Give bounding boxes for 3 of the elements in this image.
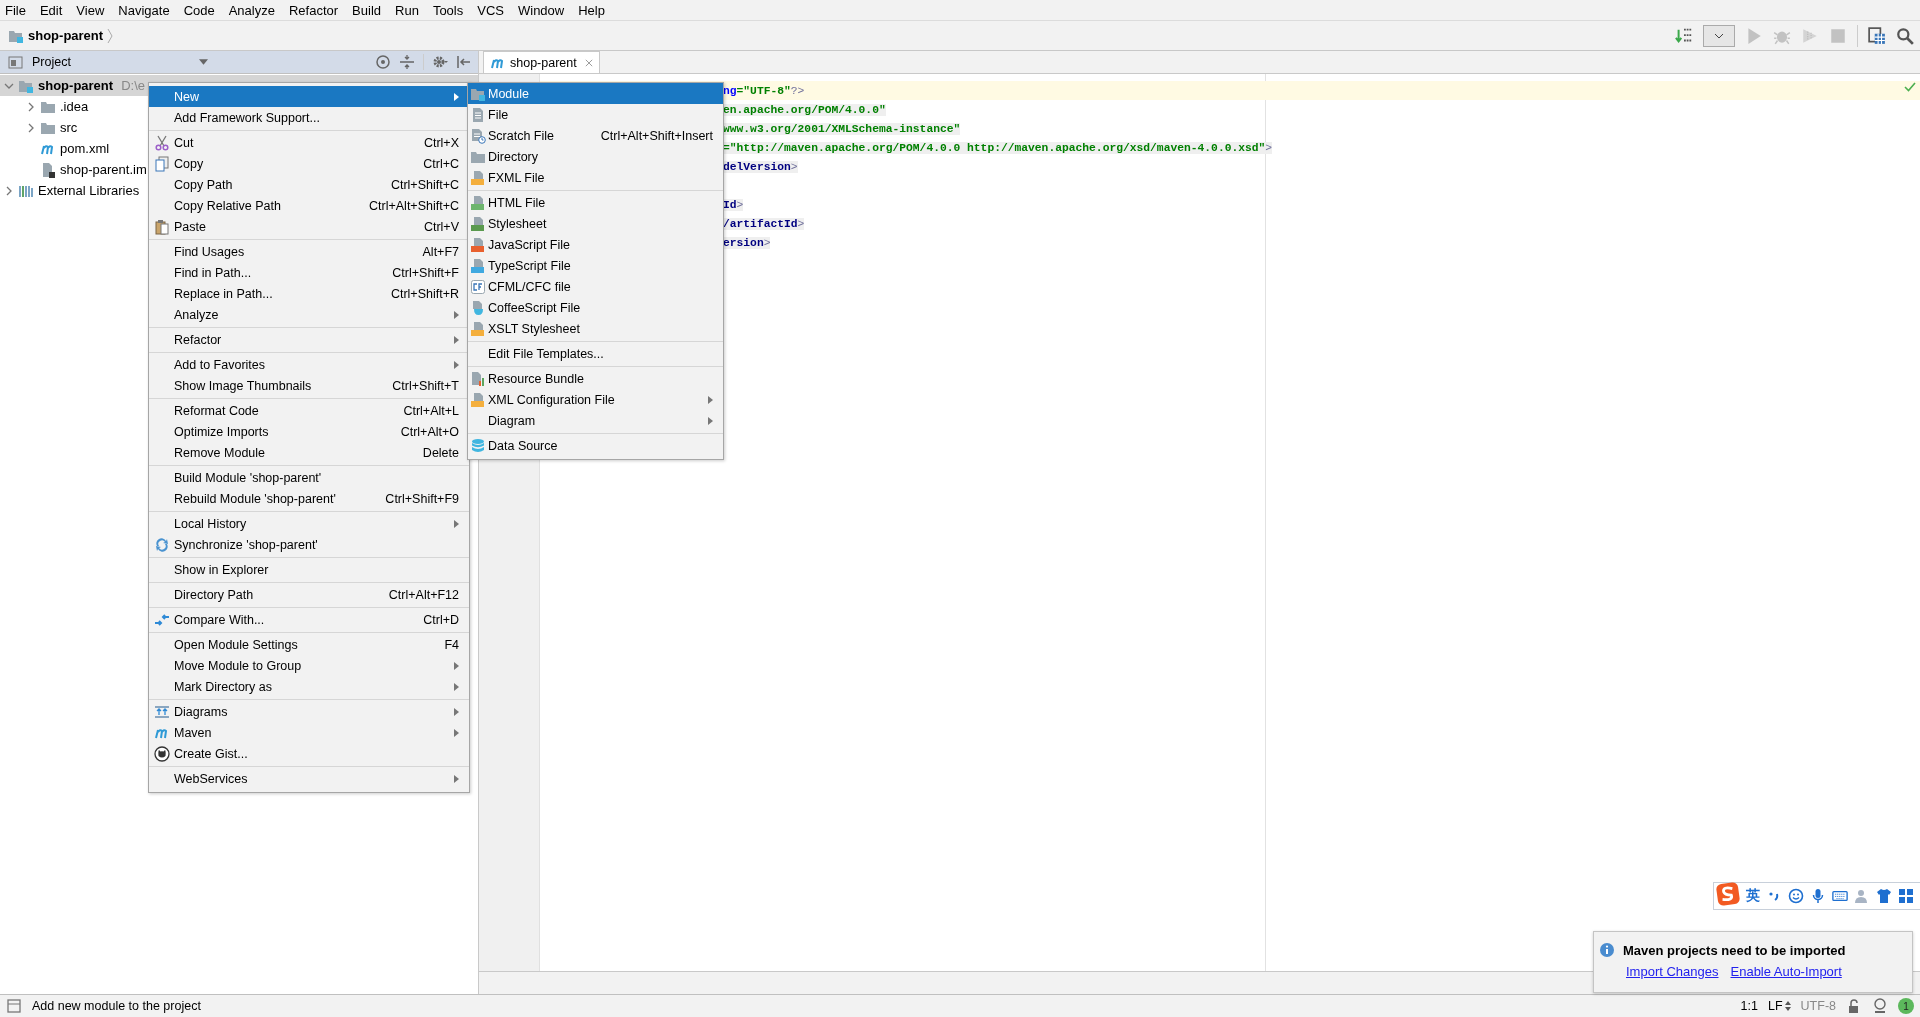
status-message: Add new module to the project xyxy=(32,999,201,1013)
notification-title: Maven projects need to be imported xyxy=(1623,942,1846,958)
code-line: ng="UTF-8"?> xyxy=(723,84,805,97)
